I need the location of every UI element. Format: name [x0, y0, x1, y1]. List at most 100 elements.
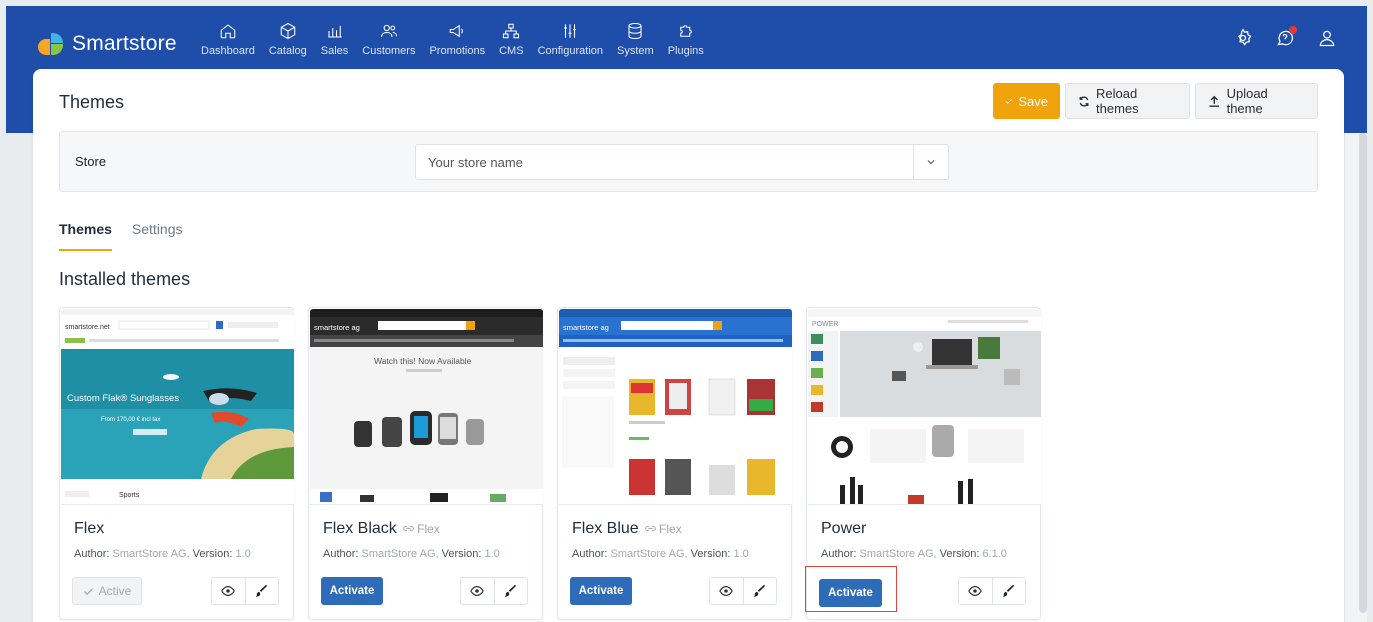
nav-label: Sales	[320, 45, 349, 57]
activate-button[interactable]: Activate	[570, 577, 632, 605]
theme-name: Flex Blue Flex	[572, 520, 682, 537]
nav-label: System	[617, 45, 654, 57]
base-theme-label: Flex	[403, 522, 440, 536]
brush-icon	[1002, 584, 1015, 597]
active-status-button: Active	[72, 577, 142, 605]
thumb-brand: smartstore.net	[65, 324, 110, 331]
theme-action-group	[211, 577, 279, 605]
base-theme-label: Flex	[644, 522, 682, 536]
theme-author: Author: SmartStore AG, Version: 1.0	[323, 548, 500, 560]
configure-button[interactable]	[991, 578, 1025, 604]
megaphone-icon	[450, 24, 464, 38]
theme-preview-image[interactable]: smartstore.net Custom Flak® Sunglasses F…	[61, 309, 294, 505]
store-filter-panel: Store Your store name	[59, 131, 1318, 192]
nav-catalog[interactable]: Catalog	[262, 22, 314, 57]
tab-bar: Themes Settings	[59, 221, 183, 251]
nav-label: Dashboard	[201, 45, 255, 57]
preview-button[interactable]	[212, 578, 245, 604]
theme-name: Flex	[74, 520, 105, 537]
thumb-hero: Watch this! Now Available	[374, 356, 472, 366]
nav-label: CMS	[499, 45, 524, 57]
upload-icon	[1209, 95, 1220, 107]
tab-settings[interactable]: Settings	[132, 221, 183, 251]
nav-label: Configuration	[537, 45, 603, 57]
tab-themes[interactable]: Themes	[59, 221, 112, 251]
eye-icon	[968, 586, 983, 596]
configure-button[interactable]	[244, 578, 278, 604]
configure-button[interactable]	[742, 578, 776, 604]
nav-plugins[interactable]: Plugins	[661, 22, 711, 57]
nav-label: Plugins	[667, 45, 704, 57]
upload-label: Upload theme	[1226, 86, 1268, 116]
thumb-price: From 170,00 € incl tax	[101, 417, 160, 423]
theme-preview-image[interactable]: smartstore ag Watch this! Now Available	[310, 309, 543, 505]
brush-icon	[753, 584, 766, 597]
theme-author: Author: SmartStore AG, Version: 6.1.0	[821, 548, 1007, 560]
sliders-icon	[564, 24, 577, 38]
thumb-hero: Custom Flak® Sunglasses	[67, 393, 179, 404]
nav-system[interactable]: System	[610, 22, 661, 57]
theme-card-flex-blue: smartstore ag Flex Blue Flex Author: Sma…	[557, 307, 792, 620]
preview-button[interactable]	[710, 578, 743, 604]
activate-button[interactable]: Activate	[321, 577, 383, 605]
main-nav: Dashboard Catalog Sales Customers Promot…	[194, 22, 711, 57]
user-icon[interactable]	[1317, 28, 1337, 48]
preview-button[interactable]	[461, 578, 494, 604]
link-icon	[403, 525, 414, 532]
reload-themes-button[interactable]: Reload themes	[1065, 83, 1190, 119]
settings-icon[interactable]	[1233, 28, 1253, 48]
brand-name: Smartstore	[72, 32, 177, 55]
theme-action-group	[709, 577, 777, 605]
nav-dashboard[interactable]: Dashboard	[194, 22, 262, 57]
thumb-brand: smartstore ag	[314, 323, 360, 332]
theme-name: Flex Black Flex	[323, 520, 440, 537]
reload-label: Reload themes	[1096, 86, 1139, 116]
nav-configuration[interactable]: Configuration	[531, 22, 610, 57]
themes-card: Themes Save Reload themes Upload theme S…	[33, 69, 1344, 622]
save-button[interactable]: Save	[993, 83, 1060, 119]
theme-card-flex: smartstore.net Custom Flak® Sunglasses F…	[59, 307, 294, 620]
installed-themes-heading: Installed themes	[59, 269, 191, 289]
top-right-tools	[1233, 26, 1337, 53]
theme-preview-image[interactable]: smartstore ag	[559, 309, 792, 505]
configure-button[interactable]	[493, 578, 527, 604]
theme-action-group	[460, 577, 528, 605]
theme-action-group	[958, 577, 1026, 605]
refresh-icon	[1079, 96, 1089, 106]
save-label: Save	[1018, 93, 1048, 109]
help-chat-button[interactable]	[1275, 26, 1297, 53]
notification-dot	[1289, 26, 1297, 34]
thumb-footer: Sports	[119, 492, 140, 499]
chevron-down-icon	[927, 160, 935, 165]
nav-label: Promotions	[429, 45, 486, 57]
database-icon	[628, 22, 642, 40]
nav-label: Customers	[362, 45, 416, 57]
brand-logo-link[interactable]: Smartstore	[38, 28, 177, 60]
brush-icon	[255, 584, 268, 597]
eye-icon	[221, 586, 236, 596]
theme-preview-image[interactable]: POWER	[808, 309, 1041, 505]
scrollbar-thumb[interactable]	[1359, 133, 1367, 613]
chart-icon	[327, 25, 342, 38]
check-icon	[83, 587, 93, 595]
eye-icon	[470, 586, 485, 596]
nav-label: Catalog	[268, 45, 307, 57]
users-icon	[380, 24, 397, 38]
theme-name: Power	[821, 520, 867, 537]
nav-cms[interactable]: CMS	[492, 22, 530, 57]
store-select[interactable]: Your store name	[415, 144, 949, 180]
home-icon	[220, 24, 236, 39]
preview-button[interactable]	[959, 578, 992, 604]
highlight-box	[805, 566, 897, 612]
cube-icon	[280, 22, 296, 40]
upload-theme-button[interactable]: Upload theme	[1195, 83, 1318, 119]
thumb-brand: smartstore ag	[563, 323, 609, 332]
nav-sales[interactable]: Sales	[314, 22, 356, 57]
page-title: Themes	[59, 92, 125, 112]
eye-icon	[719, 586, 734, 596]
sitemap-icon	[503, 23, 520, 39]
nav-promotions[interactable]: Promotions	[422, 22, 492, 57]
nav-customers[interactable]: Customers	[355, 22, 422, 57]
smartstore-logo	[38, 31, 64, 57]
link-icon	[644, 525, 656, 532]
